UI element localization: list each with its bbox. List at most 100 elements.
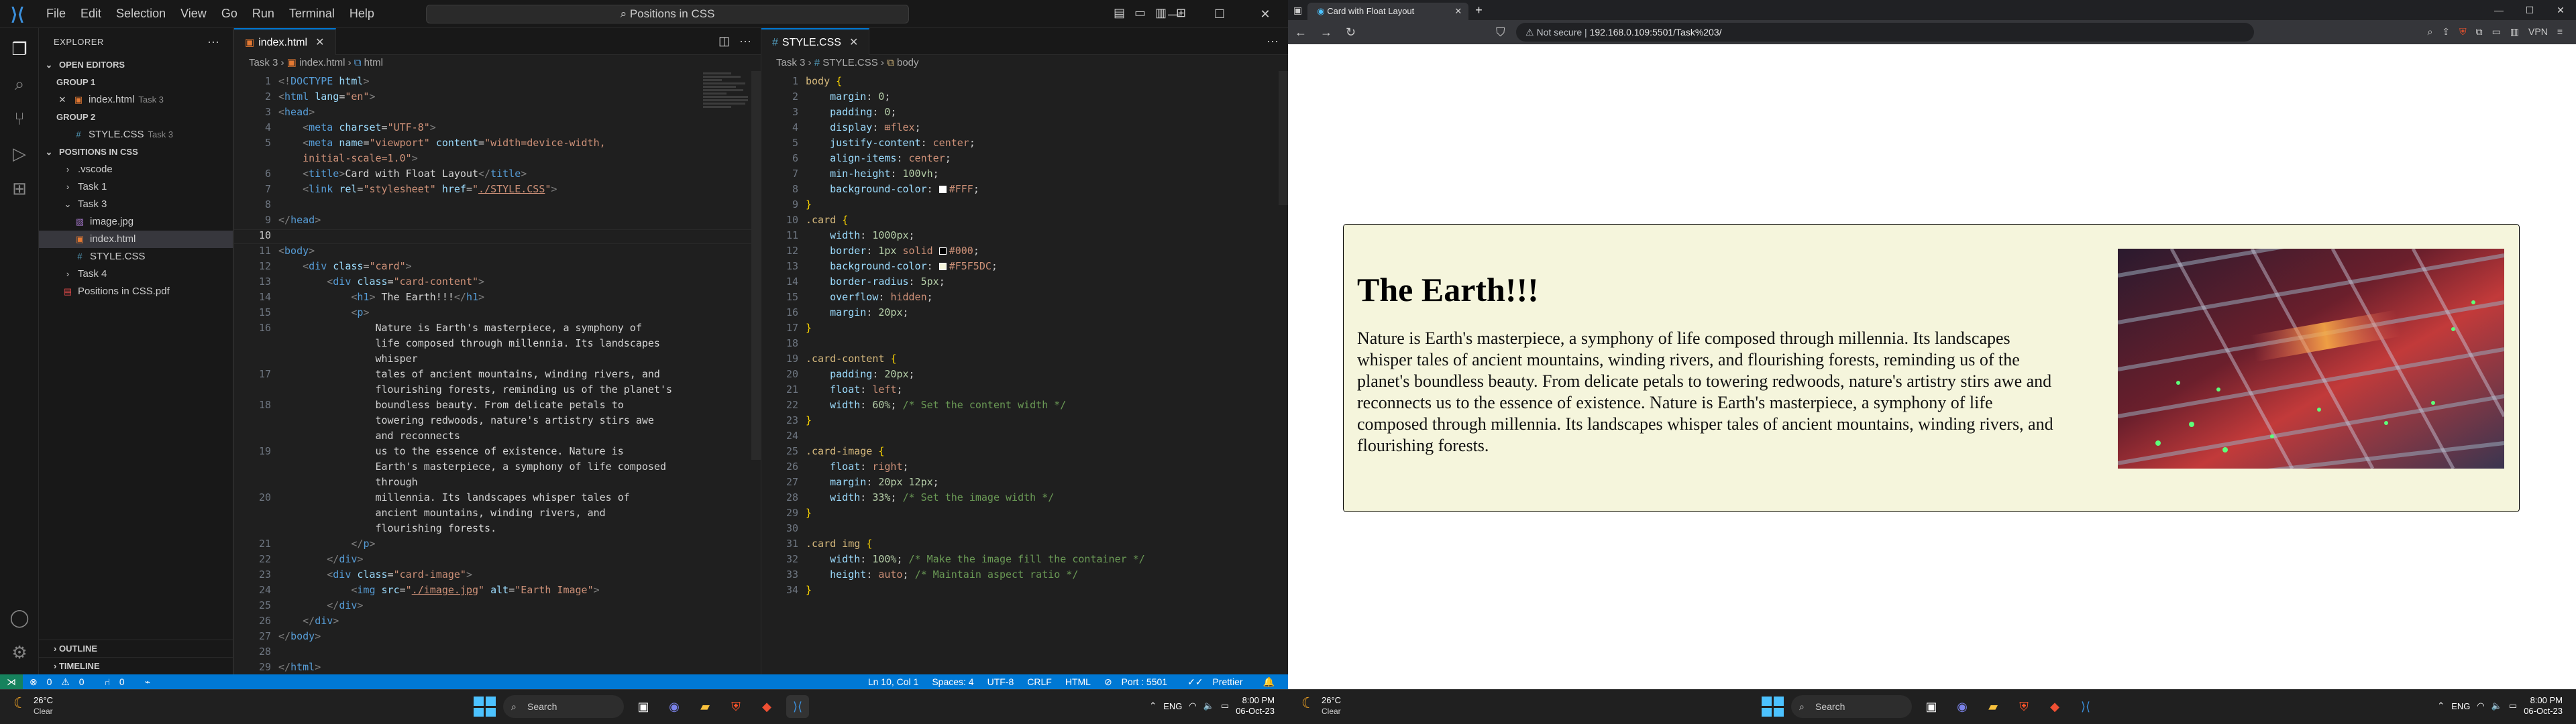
problems-indicator[interactable]: ⊗ 0 ⚠ 0	[23, 676, 98, 688]
account-icon[interactable]: ◯	[8, 606, 31, 629]
settings-gear-icon[interactable]: ⚙	[8, 641, 31, 664]
tree-item[interactable]: › .vscode	[39, 161, 233, 178]
html-code-area[interactable]: 1 <!DOCTYPE html> 2 <html lang="en"> 3 <head>…	[234, 71, 761, 674]
vscode-taskbar-icon[interactable]: ⟩⟨	[786, 695, 809, 718]
more-actions-icon[interactable]: ···	[739, 34, 751, 48]
volume-icon[interactable]: 🔈	[2491, 701, 2502, 711]
taskbar-search[interactable]: ⌕ Search	[1791, 695, 1912, 718]
notifications-bell-icon[interactable]: 🔔	[1256, 676, 1281, 688]
outline-section[interactable]: › OUTLINE	[39, 640, 233, 657]
more-actions-icon[interactable]: ···	[207, 35, 219, 49]
menu-terminal[interactable]: Terminal	[282, 7, 342, 21]
menu-edit[interactable]: Edit	[73, 7, 109, 21]
start-button[interactable]	[472, 695, 496, 718]
reload-icon[interactable]: ↻	[1339, 25, 1362, 40]
tree-item[interactable]: # STYLE.CSS	[39, 248, 233, 265]
new-tab-icon[interactable]: +	[1475, 3, 1483, 17]
brave-browser-icon[interactable]: ⛨	[724, 695, 747, 718]
ports-indicator[interactable]: ⑁ 0	[98, 676, 138, 687]
brave-shield-icon[interactable]: ⛨	[2459, 26, 2467, 38]
breadcrumb-file[interactable]: index.html	[299, 57, 345, 68]
breadcrumb-file[interactable]: STYLE.CSS	[822, 57, 878, 68]
minimap[interactable]	[703, 71, 750, 165]
zoom-icon[interactable]: ⌕	[2427, 26, 2432, 38]
menu-go[interactable]: Go	[214, 7, 245, 21]
volume-icon[interactable]: 🔈	[1203, 701, 1214, 711]
wallet-icon[interactable]: ▭	[2492, 26, 2501, 38]
menu-help[interactable]: Help	[342, 7, 382, 21]
chat-icon[interactable]: ◉	[663, 695, 686, 718]
breadcrumb-folder[interactable]: Task 3	[249, 57, 278, 68]
split-editor-icon[interactable]: ◫	[718, 34, 730, 48]
taskbar-search[interactable]: ⌕ Search	[503, 695, 624, 718]
extensions-icon[interactable]: ⧉	[2476, 26, 2483, 38]
menu-run[interactable]: Run	[245, 7, 282, 21]
brave-browser-icon[interactable]: ⛨	[2012, 695, 2035, 718]
menu-icon[interactable]: ≡	[2557, 26, 2563, 38]
back-icon[interactable]: ←	[1288, 25, 1313, 40]
open-editor-style[interactable]: # STYLE.CSS Task 3	[39, 126, 233, 143]
live-share-icon[interactable]: ⌁	[138, 676, 157, 688]
wifi-icon[interactable]: ◠	[2477, 701, 2484, 711]
weather-widget[interactable]: ☾ 26°C Clear	[13, 695, 53, 717]
vscode-taskbar-icon[interactable]: ⟩⟨	[2074, 695, 2097, 718]
bookmark-icon[interactable]: ⛉	[1489, 25, 1512, 40]
live-server-port[interactable]: ⊘ Port : 5501	[1097, 676, 1181, 688]
clock[interactable]: 8:00 PM 06-Oct-23	[2524, 695, 2563, 717]
tree-item[interactable]: ⌄ Task 3	[39, 196, 233, 213]
chat-icon[interactable]: ◉	[1951, 695, 1974, 718]
tree-item[interactable]: ▨ image.jpg	[39, 213, 233, 231]
vertical-scrollbar[interactable]	[751, 71, 761, 460]
timeline-section[interactable]: › TIMELINE	[39, 657, 233, 674]
explorer-icon[interactable]: ❐	[8, 38, 31, 60]
address-bar[interactable]: ⚠ Not secure | 192.168.0.109:5501/Task%2…	[1516, 23, 2254, 42]
tab-index-html[interactable]: ▣ index.html ✕	[234, 28, 336, 55]
remote-icon[interactable]: ⋊	[0, 674, 23, 689]
prettier-status[interactable]: ✓✓ Prettier	[1181, 676, 1256, 688]
task-view-icon[interactable]: ▣	[632, 695, 655, 718]
weather-widget[interactable]: ☾ 26°C Clear	[1301, 695, 1341, 717]
vertical-scrollbar[interactable]	[1279, 71, 1288, 205]
menu-file[interactable]: File	[39, 7, 73, 21]
breadcrumb-folder[interactable]: Task 3	[776, 57, 805, 68]
vpn-button[interactable]: VPN	[2528, 26, 2548, 38]
file-explorer-icon[interactable]: ▰	[694, 695, 716, 718]
search-icon[interactable]: ⌕	[8, 72, 31, 95]
cursor-position[interactable]: Ln 10, Col 1	[861, 676, 926, 687]
encoding[interactable]: UTF-8	[981, 676, 1021, 687]
run-debug-icon[interactable]: ▷	[8, 142, 31, 165]
battery-icon[interactable]: ▭	[2509, 701, 2517, 711]
share-icon[interactable]: ⇪	[2442, 26, 2450, 38]
maximize-button[interactable]: ☐	[1197, 0, 1242, 28]
tree-item[interactable]: › Task 1	[39, 178, 233, 196]
toggle-panel-icon[interactable]: ▭	[1134, 6, 1146, 20]
tab-actions-icon[interactable]: ▣	[1293, 5, 1302, 16]
browser-maximize-button[interactable]: ☐	[2514, 0, 2545, 20]
toggle-sidebar-icon[interactable]: ▤	[1114, 6, 1125, 20]
git-icon[interactable]: ◆	[2043, 695, 2066, 718]
menu-view[interactable]: View	[173, 7, 214, 21]
line-ending[interactable]: CRLF	[1020, 676, 1059, 687]
tray-chevron-icon[interactable]: ⌃	[2437, 701, 2445, 711]
tree-item[interactable]: ▤ Positions in CSS.pdf	[39, 283, 233, 300]
tree-item[interactable]: ▣ index.html	[39, 231, 233, 248]
css-code-area[interactable]: 1 body {2 margin: 0; 3 padding: 0; 4 displa…	[761, 71, 1288, 674]
tab-style-css[interactable]: # STYLE.CSS ✕	[761, 28, 870, 55]
sidebar-icon[interactable]: ▥	[2510, 26, 2519, 38]
menu-selection[interactable]: Selection	[109, 7, 173, 21]
file-explorer-icon[interactable]: ▰	[1982, 695, 2004, 718]
open-editor-index[interactable]: ✕ ▣ index.html Task 3	[39, 91, 233, 109]
forward-icon[interactable]: →	[1313, 25, 1339, 40]
language-mode[interactable]: HTML	[1059, 676, 1097, 687]
battery-icon[interactable]: ▭	[1221, 701, 1229, 711]
browser-tab[interactable]: ◉ Card with Float Layout ✕	[1307, 3, 1469, 20]
browser-close-button[interactable]: ✕	[2545, 0, 2576, 20]
workspace-header[interactable]: ⌄ POSITIONS IN CSS	[39, 143, 233, 161]
breadcrumb-symbol[interactable]: body	[897, 57, 919, 68]
more-actions-icon[interactable]: ···	[1267, 34, 1279, 48]
breadcrumb-symbol[interactable]: html	[364, 57, 383, 68]
clock[interactable]: 8:00 PM 06-Oct-23	[1236, 695, 1275, 717]
git-icon[interactable]: ◆	[755, 695, 778, 718]
minimize-button[interactable]: —	[1151, 0, 1197, 28]
wifi-icon[interactable]: ◠	[1189, 701, 1196, 711]
